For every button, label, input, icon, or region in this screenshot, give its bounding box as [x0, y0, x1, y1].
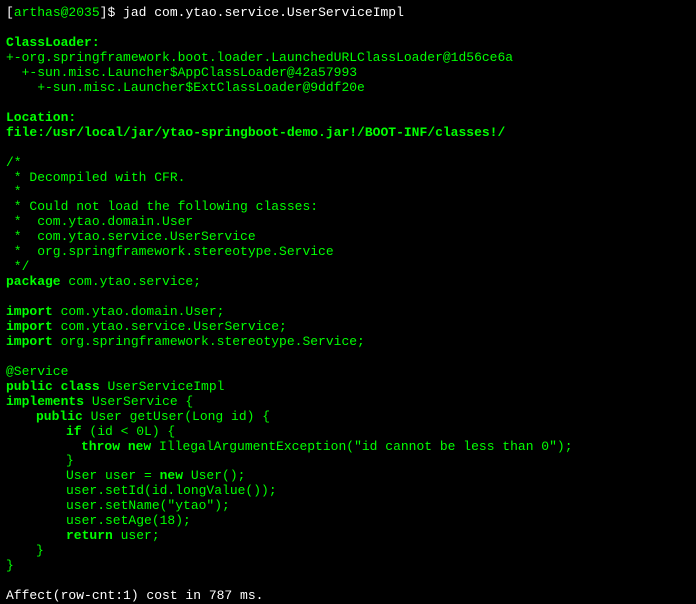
if-condition: (id < 0L) {: [82, 424, 176, 439]
exception-text: IllegalArgumentException("id cannot be l…: [151, 439, 572, 454]
import-line: import org.springframework.stereotype.Se…: [6, 335, 690, 350]
prompt-bracket-open: [: [6, 5, 14, 20]
user-decl-line: User user = new User();: [6, 469, 690, 484]
blank-line: [6, 574, 690, 589]
throw-space: [120, 439, 128, 454]
blank-line: [6, 350, 690, 365]
comment-line: * Could not load the following classes:: [6, 200, 690, 215]
set-age-line: user.setAge(18);: [6, 514, 690, 529]
classloader-line3: +-sun.misc.Launcher$ExtClassLoader@9ddf2…: [6, 81, 690, 96]
classloader-line2: +-sun.misc.Launcher$AppClassLoader@42a57…: [6, 66, 690, 81]
command-text[interactable]: jad com.ytao.service.UserServiceImpl: [123, 5, 404, 20]
blank-line: [6, 141, 690, 156]
import-line: import com.ytao.domain.User;: [6, 305, 690, 320]
import-name: com.ytao.domain.User;: [53, 304, 225, 319]
location-path: file:/usr/local/jar/ytao-springboot-demo…: [6, 126, 690, 141]
keyword-class: class: [61, 379, 100, 394]
prompt-user-host: arthas@2035: [14, 5, 100, 20]
user-decl-end: User();: [183, 468, 245, 483]
implements-line: implements UserService {: [6, 395, 690, 410]
keyword-throw: throw: [81, 439, 120, 454]
keyword-implements: implements: [6, 394, 84, 409]
blank-line: [6, 21, 690, 36]
comment-line: * com.ytao.service.UserService: [6, 230, 690, 245]
comment-line: *: [6, 185, 690, 200]
if-line: if (id < 0L) {: [6, 425, 690, 440]
close-brace: }: [6, 454, 690, 469]
return-value: user;: [113, 528, 160, 543]
set-name-line: user.setName("ytao");: [6, 499, 690, 514]
import-name: org.springframework.stereotype.Service;: [53, 334, 365, 349]
blank-line: [6, 290, 690, 305]
package-name: com.ytao.service;: [61, 274, 201, 289]
comment-line: * com.ytao.domain.User: [6, 215, 690, 230]
comment-line: * org.springframework.stereotype.Service: [6, 245, 690, 260]
comment-line: * Decompiled with CFR.: [6, 171, 690, 186]
keyword-public: public: [36, 409, 83, 424]
comment-line: /*: [6, 156, 690, 171]
comment-line: */: [6, 260, 690, 275]
throw-line: throw new IllegalArgumentException("id c…: [6, 440, 690, 455]
keyword-return: return: [66, 528, 113, 543]
blank-line: [6, 96, 690, 111]
package-line: package com.ytao.service;: [6, 275, 690, 290]
interface-name: UserService {: [84, 394, 193, 409]
class-name: UserServiceImpl: [100, 379, 225, 394]
class-decl-line: public class UserServiceImpl: [6, 380, 690, 395]
keyword-if: if: [66, 424, 82, 439]
classloader-line1: +-org.springframework.boot.loader.Launch…: [6, 51, 690, 66]
close-brace: }: [6, 544, 690, 559]
keyword-import: import: [6, 334, 53, 349]
keyword-import: import: [6, 304, 53, 319]
method-signature: User getUser(Long id) {: [83, 409, 270, 424]
keyword-import: import: [6, 319, 53, 334]
keyword-new: new: [160, 468, 183, 483]
keyword-public: public: [6, 379, 53, 394]
method-line: public User getUser(Long id) {: [6, 410, 690, 425]
classloader-header: ClassLoader:: [6, 36, 690, 51]
import-name: com.ytao.service.UserService;: [53, 319, 287, 334]
close-brace: }: [6, 559, 690, 574]
keyword-package: package: [6, 274, 61, 289]
footer-status: Affect(row-cnt:1) cost in 787 ms.: [6, 589, 690, 604]
set-id-line: user.setId(id.longValue());: [6, 484, 690, 499]
import-line: import com.ytao.service.UserService;: [6, 320, 690, 335]
prompt-line: [arthas@2035]$ jad com.ytao.service.User…: [6, 6, 690, 21]
keyword-new: new: [128, 439, 151, 454]
return-line: return user;: [6, 529, 690, 544]
prompt-bracket-close: ]$: [100, 5, 123, 20]
location-header: Location:: [6, 111, 690, 126]
user-decl-start: User user =: [66, 468, 160, 483]
annotation-line: @Service: [6, 365, 690, 380]
